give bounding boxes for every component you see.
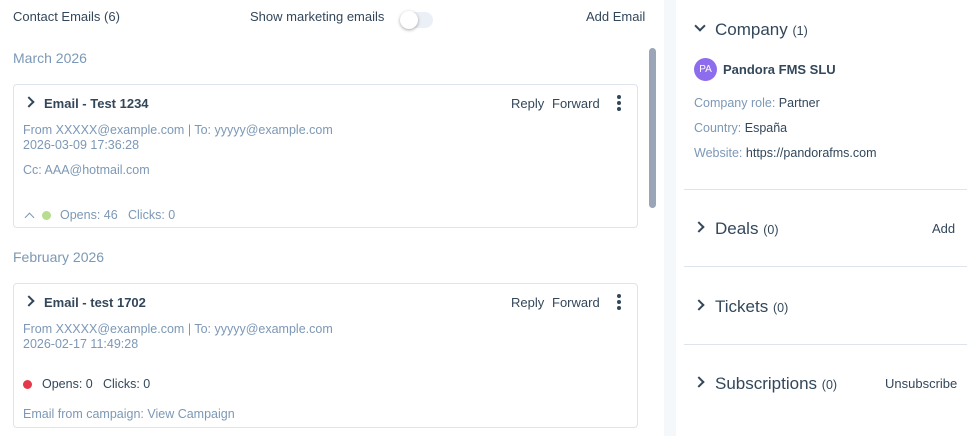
month-heading: March 2026 [13,50,87,66]
month-heading: February 2026 [13,249,105,265]
toggle-knob [400,11,418,29]
email-from-to: From XXXXX@example.com | To: yyyyy@examp… [23,123,333,137]
email-datetime: 2026-03-09 17:36:28 [23,138,140,152]
chevron-right-icon[interactable] [693,221,705,233]
clicks-count: Clicks: 0 [103,377,151,391]
more-options-icon[interactable] [614,294,624,312]
subscriptions-count: (0) [821,378,838,392]
company-section-header[interactable]: Company (1) [715,20,808,40]
emails-toolbar: Contact Emails (6) Show marketing emails… [0,0,664,36]
company-website-key: Website: [694,146,743,160]
contact-emails-title: Contact Emails (6) [13,9,120,24]
tickets-section-header[interactable]: Tickets (0) [715,297,788,317]
company-website-value[interactable]: https://pandorafms.com [746,146,877,160]
forward-button[interactable]: Forward [552,295,600,310]
expand-chevron-icon[interactable] [23,96,35,108]
company-country-value: España [744,121,788,135]
chevron-down-icon[interactable] [694,20,706,32]
collapse-caret-icon[interactable] [24,212,35,223]
company-country: Country: España [694,121,787,135]
company-website: Website: https://pandorafms.com [694,146,877,160]
company-role-value: Partner [778,96,820,110]
company-role: Company role: Partner [694,96,820,110]
company-title: Company [715,20,788,39]
show-marketing-label: Show marketing emails [250,9,385,24]
panel-divider [664,0,676,436]
email-subject[interactable]: Email - Test 1234 [44,96,149,111]
show-marketing-toggle[interactable] [400,11,433,29]
subscriptions-section-header[interactable]: Subscriptions (0) [715,374,837,394]
forward-button[interactable]: Forward [552,96,600,111]
emails-scrollbar[interactable] [649,48,656,208]
email-card: Email - test 1702 Reply Forward From XXX… [13,283,638,428]
section-divider [684,266,967,267]
add-email-button[interactable]: Add Email [586,9,645,24]
chevron-right-icon[interactable] [693,376,705,388]
opens-count: Opens: 46 [60,208,118,222]
deals-section-header[interactable]: Deals (0) [715,219,778,239]
subscriptions-title: Subscriptions [715,374,818,393]
sidebar-panel: Company (1) PA Pandora FMS SLU Company r… [676,0,967,436]
reply-button[interactable]: Reply [511,295,544,310]
opens-count: Opens: 0 [42,377,93,391]
deals-title: Deals [715,219,759,238]
company-avatar: PA [694,58,717,81]
open-status-dot [42,211,51,220]
clicks-count: Clicks: 0 [128,208,176,222]
email-cc: Cc: AAA@hotmail.com [23,163,150,177]
chevron-right-icon[interactable] [693,299,705,311]
company-count: (1) [792,24,808,38]
tickets-count: (0) [772,301,789,315]
campaign-link[interactable]: Email from campaign: View Campaign [23,407,235,421]
contact-emails-panel: Contact Emails (6) Show marketing emails… [0,0,664,436]
expand-chevron-icon[interactable] [23,295,35,307]
company-name-link[interactable]: Pandora FMS SLU [723,62,836,77]
reply-button[interactable]: Reply [511,96,544,111]
email-datetime: 2026-02-17 11:49:28 [23,337,139,351]
more-options-icon[interactable] [614,95,624,113]
email-from-to: From XXXXX@example.com | To: yyyyy@examp… [23,322,333,336]
company-country-key: Country: [694,121,742,135]
company-role-key: Company role: [694,96,776,110]
open-status-dot [23,380,32,389]
tickets-title: Tickets [715,297,769,316]
section-divider [684,344,967,345]
section-divider [684,189,967,190]
deals-count: (0) [763,223,779,237]
email-card: Email - Test 1234 Reply Forward From XXX… [13,84,638,228]
add-deal-button[interactable]: Add [932,221,955,236]
unsubscribe-button[interactable]: Unsubscribe [885,376,957,391]
email-subject[interactable]: Email - test 1702 [44,295,146,310]
